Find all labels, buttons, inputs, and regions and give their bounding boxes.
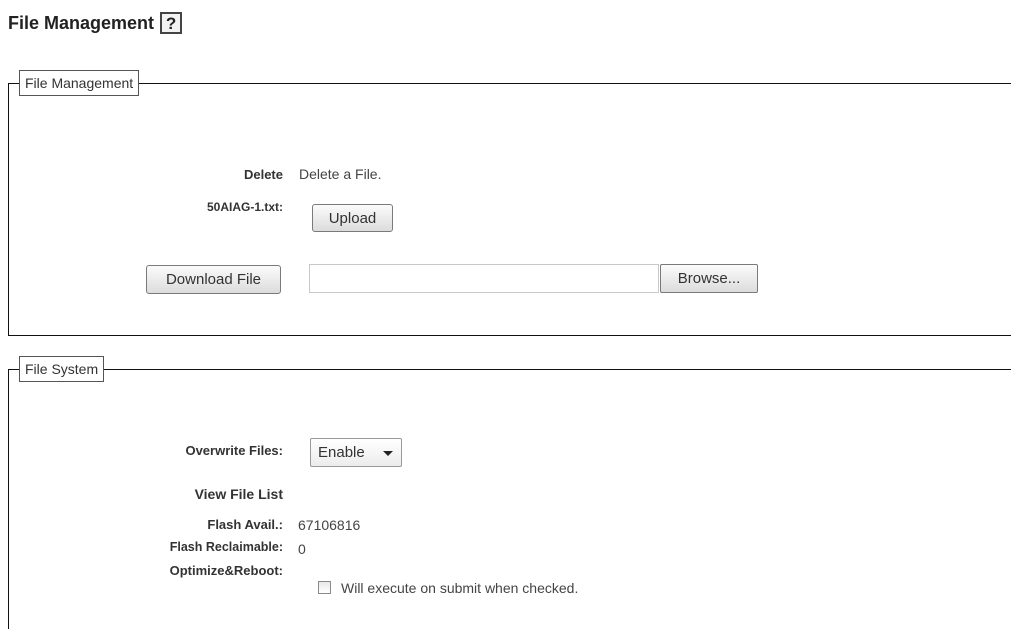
file-system-legend: File System <box>19 356 105 382</box>
help-icon[interactable]: ? <box>160 12 183 34</box>
file-management-section: File Management Delete 50AIAG-1.txt: Del… <box>8 70 1011 336</box>
file-system-section: File System Overwrite Files: View File L… <box>8 356 1011 629</box>
page-heading: File Management ? <box>8 12 183 34</box>
overwrite-files-selected-value: Enable <box>318 444 365 461</box>
download-file-button[interactable]: Download File <box>146 265 281 294</box>
overwrite-files-label: Overwrite Files: <box>185 443 283 458</box>
delete-label: Delete <box>243 167 283 182</box>
overwrite-files-select[interactable]: Enable <box>310 438 402 467</box>
file-name-label: 50AIAG-1.txt: <box>206 200 283 214</box>
optimize-reboot-text: Will execute on submit when checked. <box>341 580 579 596</box>
flash-avail-value: 67106816 <box>298 517 361 533</box>
browse-button[interactable]: Browse... <box>660 264 758 293</box>
flash-reclaimable-value: 0 <box>298 541 306 557</box>
view-file-list-label[interactable]: View File List <box>195 486 283 502</box>
file-path-input[interactable] <box>309 264 659 293</box>
file-management-legend: File Management <box>19 70 140 96</box>
chevron-down-icon <box>383 450 393 456</box>
optimize-reboot-checkbox[interactable] <box>318 581 331 594</box>
flash-reclaimable-label: Flash Reclaimable: <box>169 540 283 554</box>
page-title: File Management <box>8 12 155 33</box>
optimize-reboot-label: Optimize&Reboot: <box>169 563 283 578</box>
delete-file-text: Delete a File. <box>299 166 382 182</box>
flash-avail-label: Flash Avail.: <box>207 517 283 532</box>
upload-button[interactable]: Upload <box>312 204 393 232</box>
